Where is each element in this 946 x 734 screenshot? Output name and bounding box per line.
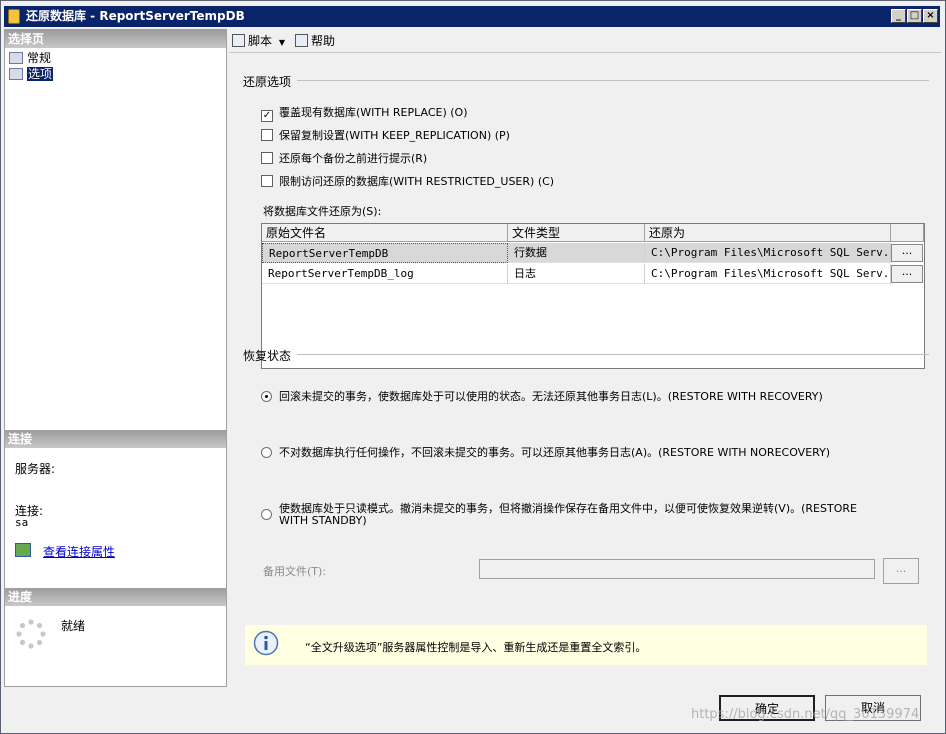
row-file-type[interactable]: 行数据: [508, 243, 645, 263]
restore-database-window: 还原数据库 - ReportServerTempDB _ □ × 选择页 常规 …: [0, 0, 946, 734]
checkbox-keep-replication-box[interactable]: [261, 129, 273, 141]
info-text: “全文升级选项”服务器属性控制是导入、重新生成还是重置全文索引。: [305, 641, 647, 654]
nav-item-general-label: 常规: [27, 51, 52, 65]
radio-restore-with-recovery-label: 回滚未提交的事务，使数据库处于可以使用的状态。无法还原其他事务日志(L)。(RE…: [279, 390, 823, 403]
checkbox-restricted-user-box[interactable]: [261, 175, 273, 187]
progress-status: 就绪: [61, 619, 86, 633]
window-title: 还原数据库 - ReportServerTempDB: [26, 9, 245, 23]
script-icon: [232, 34, 245, 47]
right-panel: 脚本 ▼ 帮助 还原选项 ✓ 覆盖现有数据库(WITH REPLACE) (O) …: [229, 29, 941, 687]
chevron-down-icon: ▼: [278, 38, 285, 47]
radio-restore-with-norecovery-label: 不对数据库执行任何操作，不回滚未提交的事务。可以还原其他事务日志(A)。(RES…: [279, 446, 831, 459]
row-file-type[interactable]: 日志: [508, 264, 645, 284]
checkbox-prompt-before-restore-label: 还原每个备份之前进行提示(R): [279, 152, 428, 165]
standby-file-label: 备用文件(T):: [263, 565, 327, 578]
radio-restore-with-norecovery-button[interactable]: [261, 447, 272, 458]
grid-header-browse: [891, 224, 924, 242]
row-browse-button[interactable]: ...: [891, 265, 923, 283]
connection-header: 连接: [5, 430, 226, 448]
standby-browse-button[interactable]: ...: [883, 558, 919, 584]
restore-options-divider: [297, 80, 929, 81]
grid-header-original-name[interactable]: 原始文件名: [262, 224, 508, 242]
radio-restore-with-standby-label-line2: WITH STANDBY): [279, 514, 367, 527]
checkbox-with-replace-label: 覆盖现有数据库(WITH REPLACE) (O): [279, 106, 468, 119]
connection-properties-icon: [15, 543, 31, 557]
checkbox-keep-replication-label: 保留复制设置(WITH KEEP_REPLICATION) (P): [279, 129, 510, 142]
progress-header: 进度: [5, 588, 226, 606]
restore-files-label: 将数据库文件还原为(S):: [263, 205, 382, 218]
view-connection-properties-link[interactable]: 查看连接属性: [43, 543, 115, 560]
help-label: 帮助: [311, 34, 336, 48]
radio-restore-with-standby-button[interactable]: [261, 509, 272, 520]
help-icon: [295, 34, 308, 47]
nav-item-options[interactable]: 选项: [9, 67, 54, 81]
checkbox-prompt-before-restore[interactable]: 还原每个备份之前进行提示(R): [261, 151, 427, 167]
connection-value: sa: [15, 516, 29, 529]
select-page-header: 选择页: [5, 30, 226, 48]
info-icon: [253, 630, 279, 656]
row-original-name[interactable]: ReportServerTempDB_log: [262, 264, 508, 284]
checkbox-with-replace-box[interactable]: ✓: [261, 110, 273, 122]
checkbox-restricted-user[interactable]: 限制访问还原的数据库(WITH RESTRICTED_USER) (C): [261, 174, 554, 190]
script-label: 脚本: [248, 34, 273, 48]
restore-options-title: 还原选项: [243, 75, 292, 89]
recovery-state-divider: [297, 354, 929, 355]
close-button[interactable]: ×: [923, 9, 938, 23]
toolbar: 脚本 ▼ 帮助: [229, 29, 941, 53]
maximize-button[interactable]: □: [907, 9, 922, 23]
database-icon: [8, 9, 20, 24]
page-options-icon: [9, 68, 23, 80]
minimize-button[interactable]: _: [891, 9, 906, 23]
script-button[interactable]: 脚本 ▼: [232, 33, 285, 49]
nav-item-options-label: 选项: [27, 67, 54, 81]
checkbox-with-replace[interactable]: ✓ 覆盖现有数据库(WITH REPLACE) (O): [261, 105, 468, 122]
checkbox-keep-replication[interactable]: 保留复制设置(WITH KEEP_REPLICATION) (P): [261, 128, 510, 144]
restore-files-grid: 原始文件名 文件类型 还原为 ReportServerTempDB 行数据 C:…: [261, 223, 925, 369]
row-restore-as[interactable]: C:\Program Files\Microsoft SQL Serv...: [645, 264, 891, 284]
page-general-icon: [9, 52, 23, 64]
title-bar[interactable]: 还原数据库 - ReportServerTempDB _ □ ×: [4, 6, 940, 27]
standby-file-input[interactable]: [479, 559, 875, 579]
row-browse-button[interactable]: ...: [891, 244, 923, 262]
checkbox-restricted-user-label: 限制访问还原的数据库(WITH RESTRICTED_USER) (C): [279, 175, 555, 188]
watermark: https://blog.csdn.net/qq_30139974: [691, 707, 920, 722]
nav-item-general[interactable]: 常规: [9, 51, 51, 65]
radio-restore-with-recovery-button[interactable]: [261, 391, 272, 402]
left-panel: 选择页 常规 选项 连接 服务器: 连接: sa 查看连接属性 进度 就绪: [4, 29, 227, 687]
checkbox-prompt-before-restore-box[interactable]: [261, 152, 273, 164]
row-original-name[interactable]: ReportServerTempDB: [262, 243, 508, 263]
recovery-state-title: 恢复状态: [243, 349, 292, 363]
server-label: 服务器:: [15, 462, 56, 476]
progress-spinner-icon: [16, 619, 46, 649]
grid-header-file-type[interactable]: 文件类型: [508, 224, 645, 242]
grid-header-restore-as[interactable]: 还原为: [645, 224, 891, 242]
row-restore-as[interactable]: C:\Program Files\Microsoft SQL Serv...: [645, 243, 891, 263]
info-bar: “全文升级选项”服务器属性控制是导入、重新生成还是重置全文索引。: [245, 625, 927, 665]
help-button[interactable]: 帮助: [295, 33, 335, 49]
